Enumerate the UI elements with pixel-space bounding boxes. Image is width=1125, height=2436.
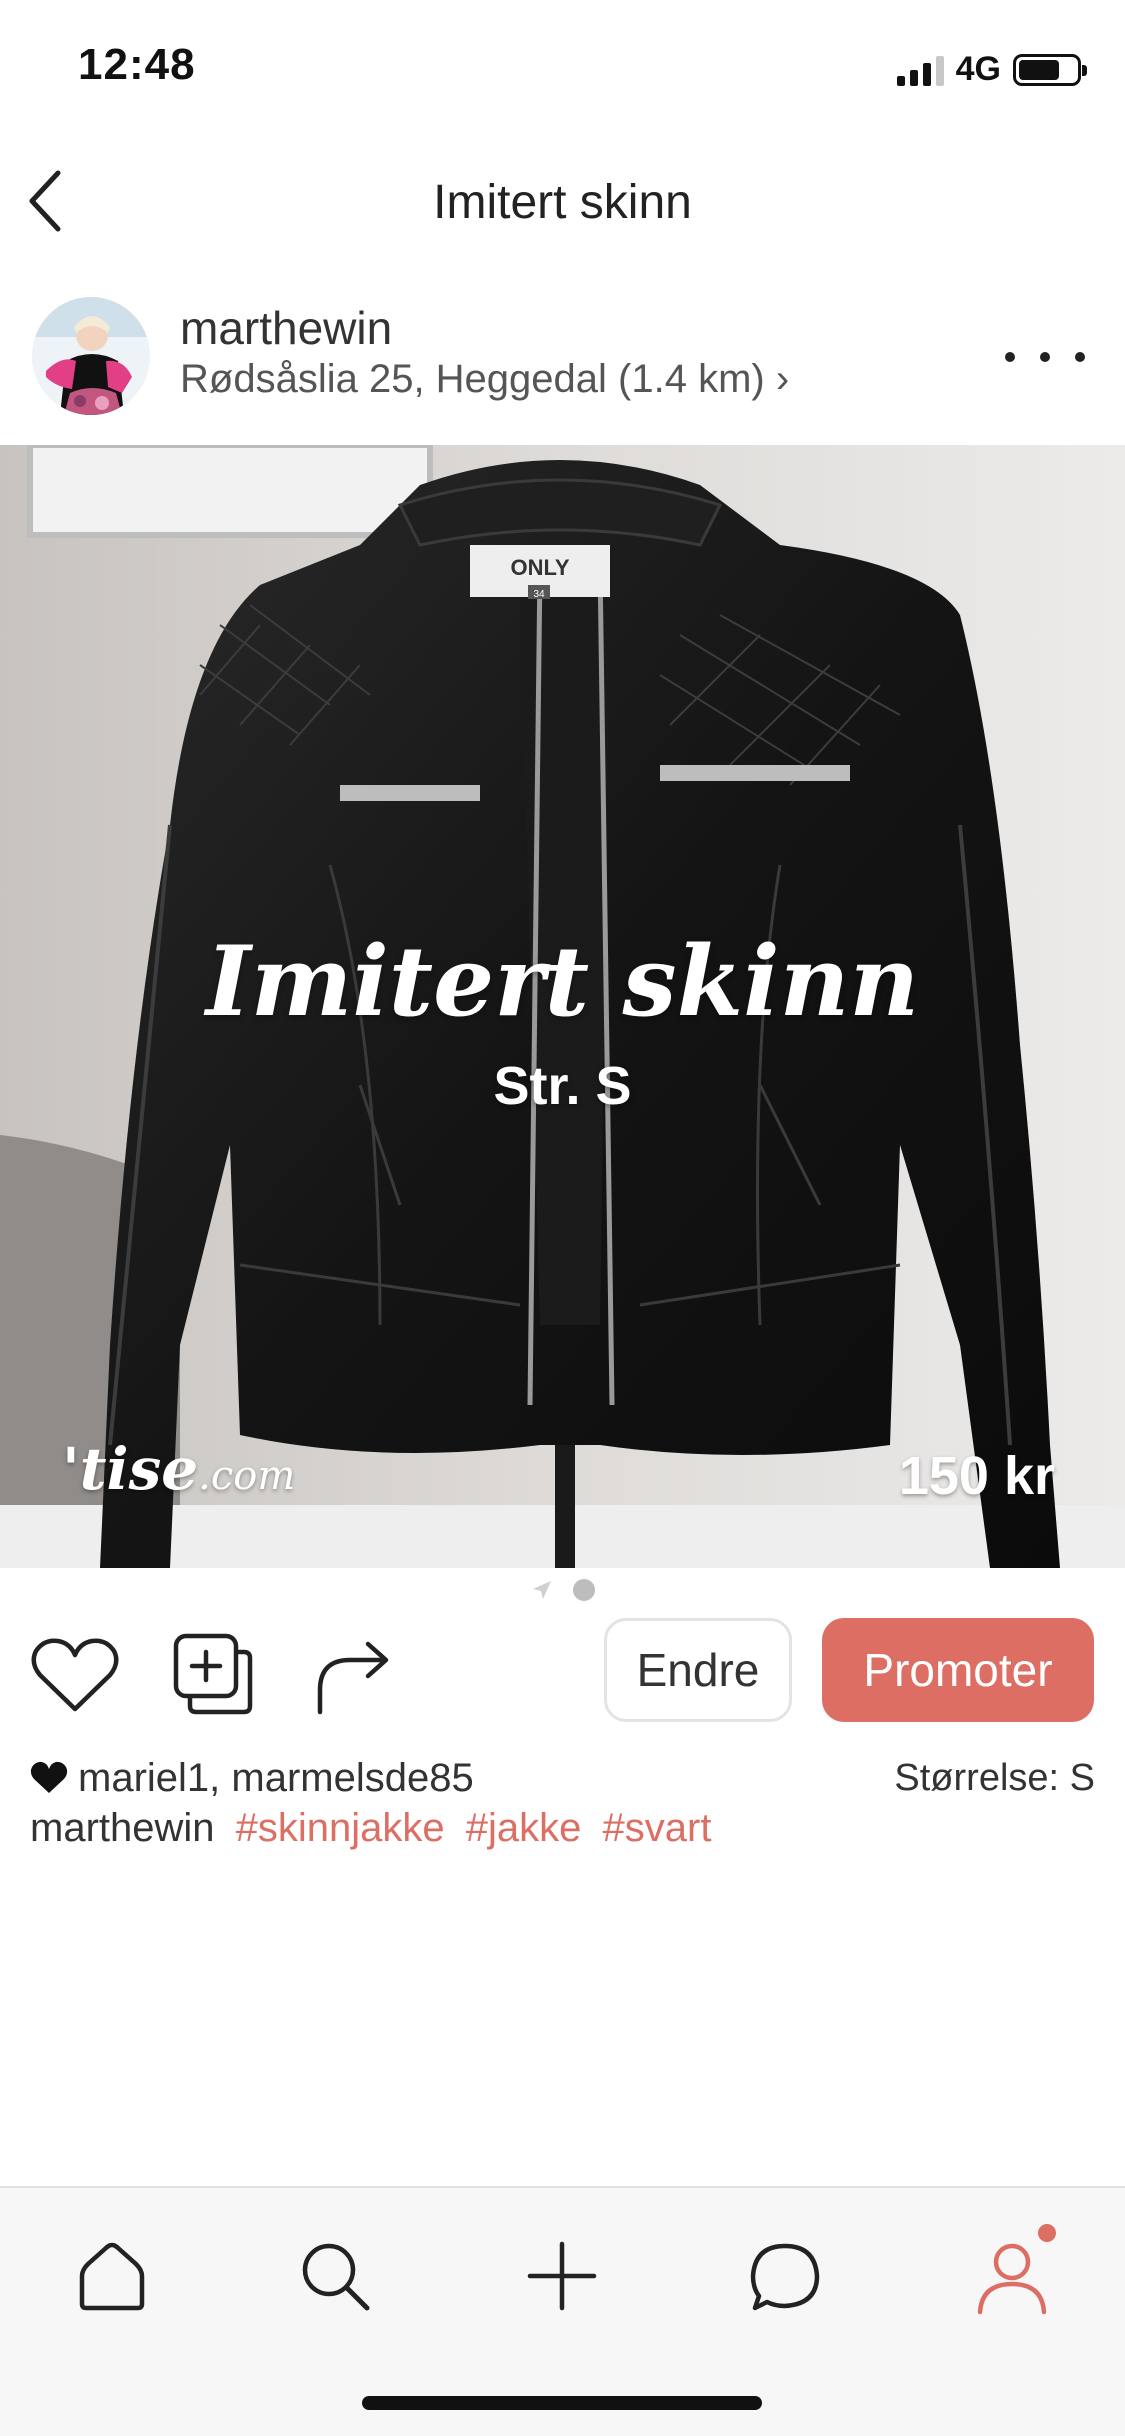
battery-icon [1013, 53, 1087, 86]
likes-row: mariel1, marmelsde85 Størrelse: S [30, 1750, 1095, 1806]
pager-dot[interactable] [572, 1579, 595, 1601]
tab-bar [0, 2186, 1125, 2436]
add-to-collection-button[interactable] [168, 1630, 258, 1720]
seller-username[interactable]: marthewin [180, 301, 392, 355]
tab-profile[interactable] [962, 2224, 1062, 2326]
hashtag[interactable]: #jakke [466, 1806, 582, 1850]
tab-add[interactable] [512, 2226, 612, 2326]
chat-icon [750, 2243, 820, 2311]
watermark-domain: .com [198, 1453, 296, 1499]
edit-button[interactable]: Endre [604, 1618, 792, 1722]
network-type: 4G [955, 50, 1001, 88]
location-arrow-icon [532, 1581, 551, 1599]
dot [1075, 352, 1085, 362]
add-to-collection-icon [173, 1633, 253, 1715]
status-time: 12:48 [78, 40, 196, 89]
dot [1005, 352, 1015, 362]
label-brand: ONLY [510, 555, 569, 580]
avatar-image [32, 297, 150, 415]
page-title: Imitert skinn [433, 176, 692, 229]
heart-icon [31, 1638, 119, 1712]
tab-search[interactable] [285, 2226, 385, 2326]
home-indicator [362, 2396, 762, 2410]
dot [1040, 352, 1050, 362]
more-options-button[interactable] [1005, 337, 1085, 377]
tab-home[interactable] [62, 2226, 162, 2326]
profile-icon [977, 2243, 1047, 2315]
watermark-brand: 'tise [62, 1435, 199, 1503]
tab-messages[interactable] [735, 2226, 835, 2326]
status-indicators: 4G [896, 50, 1087, 89]
tise-watermark: 'tise.com [62, 1435, 295, 1503]
price-overlay: 150 kr [898, 1446, 1055, 1506]
promote-button[interactable]: Promoter [822, 1618, 1094, 1722]
image-pager[interactable] [0, 1578, 1125, 1602]
plus-icon [527, 2241, 597, 2311]
signal-icon [896, 54, 944, 86]
notification-badge [1038, 2224, 1056, 2242]
overlay-size: Str. S [493, 1056, 632, 1116]
label-size: 34 [533, 589, 545, 600]
status-bar: 12:48 4G [0, 0, 1125, 135]
likes[interactable]: mariel1, marmelsde85 [30, 1756, 474, 1801]
caption: marthewin #skinnjakke #jakke #svart [30, 1806, 711, 1851]
action-row: Endre Promoter [0, 1610, 1125, 1740]
home-icon [79, 2242, 145, 2311]
hashtag[interactable]: #skinnjakke [236, 1806, 445, 1850]
overlay-title: Imitert skinn [205, 925, 920, 1038]
size-label: Størrelse: S [894, 1756, 1095, 1799]
caption-username[interactable]: marthewin [30, 1806, 215, 1850]
seller-header: marthewin Rødsåslia 25, Heggedal (1.4 km… [0, 265, 1125, 445]
share-icon [317, 1641, 389, 1715]
nav-bar: Imitert skinn [0, 135, 1125, 265]
avatar[interactable] [32, 297, 150, 415]
liked-by-users[interactable]: mariel1, marmelsde85 [78, 1756, 474, 1801]
search-icon [302, 2243, 370, 2311]
share-button[interactable] [306, 1630, 396, 1720]
hashtag[interactable]: #svart [603, 1806, 712, 1850]
product-image[interactable]: ONLY 34 Imitert skinn Str. S 'tise.com 1… [0, 445, 1125, 1568]
like-button[interactable] [30, 1630, 120, 1720]
seller-location[interactable]: Rødsåslia 25, Heggedal (1.4 km) › [180, 357, 789, 402]
heart-filled-icon [30, 1761, 68, 1793]
